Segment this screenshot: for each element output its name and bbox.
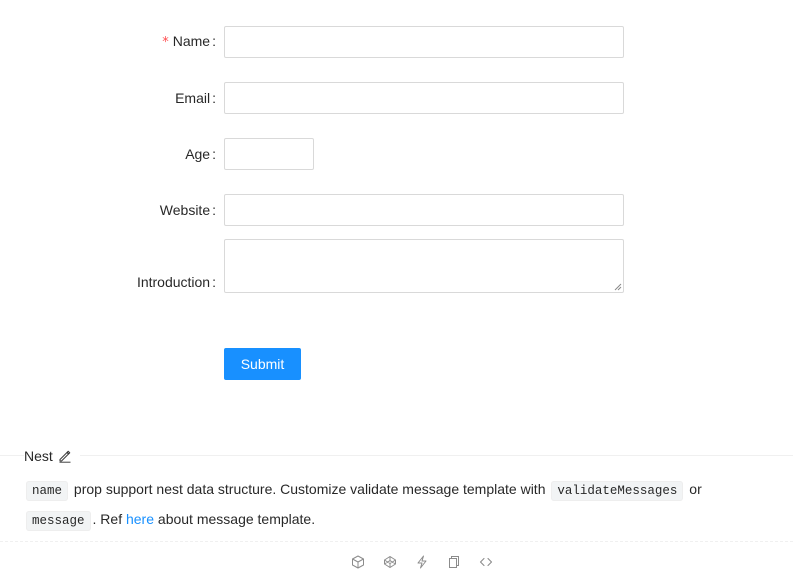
code-actions [342,554,502,570]
email-label: Email: [175,90,216,106]
section-title: Nest [24,447,80,465]
introduction-textarea[interactable] [224,239,624,293]
expand-code-icon[interactable] [470,554,502,570]
code-name: name [26,481,69,501]
copy-icon[interactable] [438,554,470,570]
required-mark: * [162,35,169,50]
code-validate-messages: validateMessages [551,481,684,501]
submit-button[interactable]: Submit [224,348,301,380]
section-divider [0,455,793,456]
section-title-text: Nest [24,448,53,464]
section-description: name prop support nest data structure. C… [24,475,744,535]
name-label: * Name: [162,33,216,50]
age-input[interactable] [224,138,314,170]
age-label: Age: [185,146,216,162]
actions-divider [0,541,793,542]
here-link[interactable]: here [126,511,154,527]
resize-grip-icon[interactable] [614,283,622,291]
email-input[interactable] [224,82,624,114]
edit-icon[interactable] [58,449,72,463]
codesandbox-icon[interactable] [342,554,374,570]
thunderbolt-icon[interactable] [406,554,438,570]
website-label: Website: [159,202,216,218]
codepen-icon[interactable] [374,554,406,570]
code-message: message [26,511,91,531]
name-input[interactable] [224,26,624,58]
website-input[interactable] [224,194,624,226]
introduction-label: Introduction: [136,274,216,290]
